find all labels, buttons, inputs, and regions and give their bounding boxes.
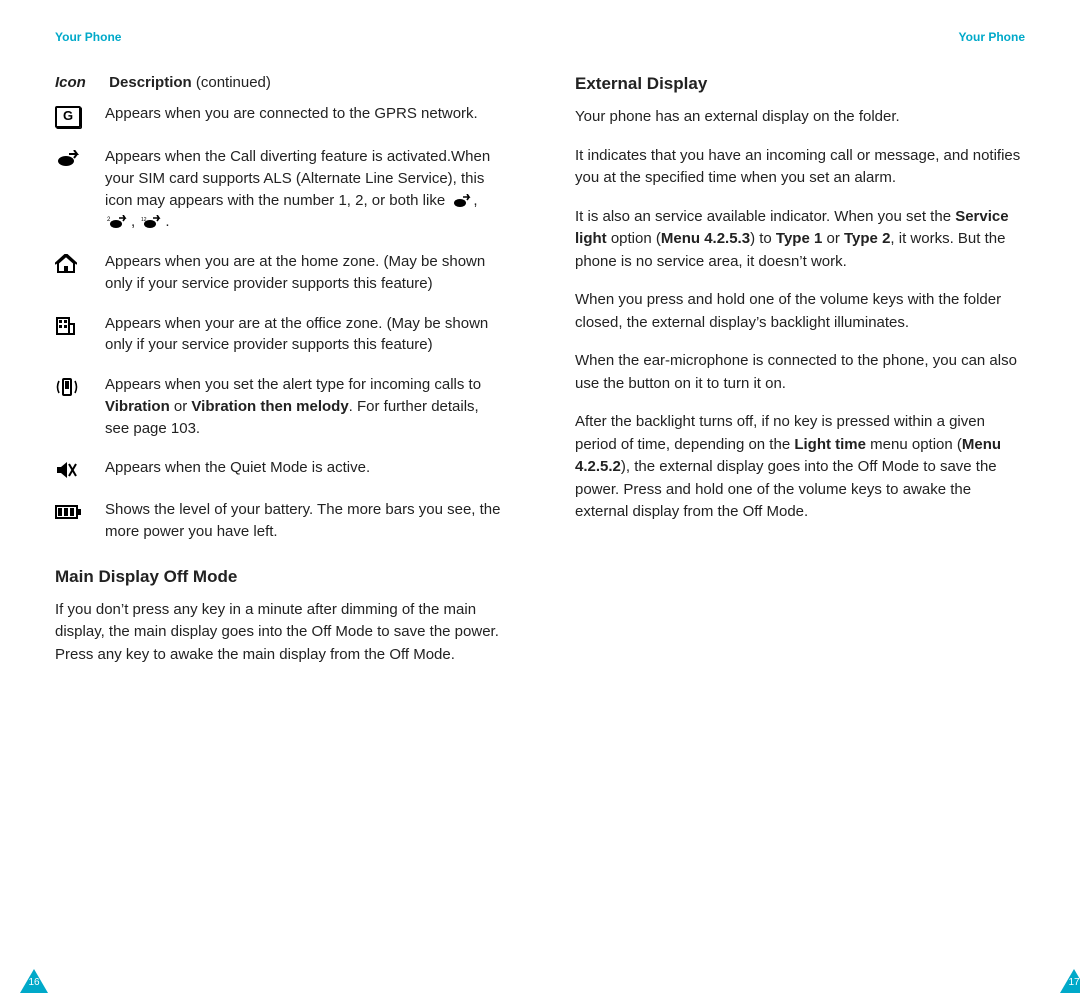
col-header-icon: Icon xyxy=(55,74,105,91)
page-right: Your Phone External Display Your phone h… xyxy=(540,0,1080,991)
running-head-left: Your Phone xyxy=(55,30,505,44)
col-header-desc-bold: Description xyxy=(109,74,192,91)
vibration-b1: Vibration xyxy=(105,398,170,415)
quiet-desc: Appears when the Quiet Mode is active. xyxy=(105,457,505,479)
call-divert-icon xyxy=(55,146,105,170)
page-spread: Your Phone Icon Description (continued) … xyxy=(0,0,1080,991)
right-p6: After the backlight turns off, if no key… xyxy=(575,411,1025,524)
icon-row-gprs: G Appears when you are connected to the … xyxy=(55,103,505,128)
right-p2: It indicates that you have an incoming c… xyxy=(575,145,1025,190)
vibration-icon xyxy=(55,374,105,398)
page-number-triangle-right: 17 xyxy=(1060,969,1080,993)
office-zone-desc: Appears when your are at the office zone… xyxy=(105,313,505,357)
left-section-heading: Main Display Off Mode xyxy=(55,567,505,587)
icon-row-battery: Shows the level of your battery. The mor… xyxy=(55,499,505,543)
icon-table-header: Icon Description (continued) xyxy=(55,74,505,91)
right-p1: Your phone has an external display on th… xyxy=(575,106,1025,129)
icon-row-office: Appears when your are at the office zone… xyxy=(55,313,505,357)
right-p3-mid1: option ( xyxy=(607,230,661,247)
right-p3-mid3: or xyxy=(822,230,844,247)
divert-variant-12-icon: 12 xyxy=(141,215,163,229)
quiet-mode-icon xyxy=(55,457,105,481)
svg-text:12: 12 xyxy=(141,217,147,223)
col-header-desc-paren: (continued) xyxy=(192,74,271,91)
gprs-icon: G xyxy=(55,103,105,128)
page-number-triangle-left: 16 xyxy=(20,969,48,993)
divert-desc-post: . xyxy=(165,213,169,230)
right-p3-b3: Type 1 xyxy=(776,230,822,247)
page-number-left: 16 xyxy=(20,977,48,988)
right-p6-post: ), the external display goes into the Of… xyxy=(575,458,997,520)
vibration-desc: Appears when you set the alert type for … xyxy=(105,374,505,439)
right-p3: It is also an service available indicato… xyxy=(575,206,1025,274)
vibration-mid: or xyxy=(170,398,192,415)
right-section-heading: External Display xyxy=(575,74,1025,94)
home-zone-desc: Appears when you are at the home zone. (… xyxy=(105,251,505,295)
page-left: Your Phone Icon Description (continued) … xyxy=(0,0,540,991)
right-p5: When the ear-microphone is connected to … xyxy=(575,350,1025,395)
home-zone-icon xyxy=(55,251,105,275)
left-section-body: If you don’t press any key in a minute a… xyxy=(55,599,505,667)
right-p4: When you press and hold one of the volum… xyxy=(575,289,1025,334)
divert-variant-1-icon xyxy=(451,194,471,208)
icon-row-home: Appears when you are at the home zone. (… xyxy=(55,251,505,295)
icon-row-divert: Appears when the Call diverting feature … xyxy=(55,146,505,233)
vibration-b2: Vibration then melody xyxy=(191,398,348,415)
right-p3-mid2: ) to xyxy=(750,230,776,247)
office-zone-icon xyxy=(55,313,105,337)
running-head-right: Your Phone xyxy=(575,30,1025,44)
battery-desc: Shows the level of your battery. The mor… xyxy=(105,499,505,543)
divert-variant-2-icon: 2 xyxy=(107,215,129,229)
page-number-right: 17 xyxy=(1060,977,1080,988)
divert-desc-pre: Appears when the Call diverting feature … xyxy=(105,148,490,209)
right-p3-b4: Type 2 xyxy=(844,230,890,247)
divert-desc: Appears when the Call diverting feature … xyxy=(105,146,505,233)
right-p6-mid1: menu option ( xyxy=(866,436,962,453)
gprs-desc: Appears when you are connected to the GP… xyxy=(105,103,505,125)
right-p3-b2: Menu 4.2.5.3 xyxy=(661,230,750,247)
right-p3-pre: It is also an service available indicato… xyxy=(575,208,955,225)
icon-row-quiet: Appears when the Quiet Mode is active. xyxy=(55,457,505,481)
right-p6-b1: Light time xyxy=(794,436,866,453)
svg-text:2: 2 xyxy=(107,217,111,223)
vibration-pre: Appears when you set the alert type for … xyxy=(105,376,481,393)
icon-row-vibration: Appears when you set the alert type for … xyxy=(55,374,505,439)
battery-icon xyxy=(55,499,105,523)
